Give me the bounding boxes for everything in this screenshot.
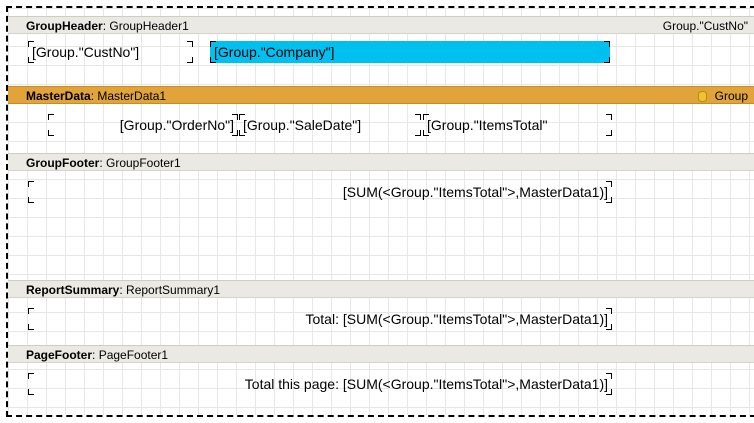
band-name-label: MasterData1 xyxy=(97,89,167,103)
field-report-total[interactable]: Total: [SUM(<Group."ItemsTotal">,MasterD… xyxy=(28,308,612,330)
band-header-page-footer[interactable]: PageFooter: PageFooter1 xyxy=(8,345,754,363)
field-orderno[interactable]: [Group."OrderNo"] xyxy=(48,114,238,136)
field-company[interactable]: [Group."Company"] xyxy=(210,41,610,63)
group-condition-label: Group."CustNo" xyxy=(662,19,748,33)
field-saledate[interactable]: [Group."SaleDate"] xyxy=(239,114,421,136)
band-name-label: GroupHeader1 xyxy=(109,19,189,33)
dataset-label: Group xyxy=(697,87,748,103)
field-itemstotal[interactable]: [Group."ItemsTotal" xyxy=(423,114,612,136)
band-header-report-summary[interactable]: ReportSummary: ReportSummary1 xyxy=(8,280,754,298)
band-type-label: PageFooter xyxy=(26,348,93,362)
band-header-master-data[interactable]: MasterData: MasterData1 Group xyxy=(8,86,754,104)
band-name-label: PageFooter1 xyxy=(98,348,169,362)
band-type-label: GroupHeader xyxy=(26,19,103,33)
band-type-label: GroupFooter xyxy=(26,156,100,170)
band-type-label: MasterData xyxy=(26,89,91,103)
band-type-label: ReportSummary xyxy=(26,283,120,297)
field-page-total[interactable]: Total this page: [SUM(<Group."ItemsTotal… xyxy=(28,373,612,395)
band-name-label: GroupFooter1 xyxy=(106,156,181,170)
band-header-group-header[interactable]: GroupHeader: GroupHeader1 Group."CustNo" xyxy=(8,16,754,34)
field-group-sum[interactable]: [SUM(<Group."ItemsTotal">,MasterData1)] xyxy=(28,181,612,203)
band-header-group-footer[interactable]: GroupFooter: GroupFooter1 xyxy=(8,153,754,171)
band-name-label: ReportSummary1 xyxy=(126,283,221,297)
field-custno[interactable]: [Group."CustNo"] xyxy=(28,41,193,63)
database-icon xyxy=(697,91,707,102)
